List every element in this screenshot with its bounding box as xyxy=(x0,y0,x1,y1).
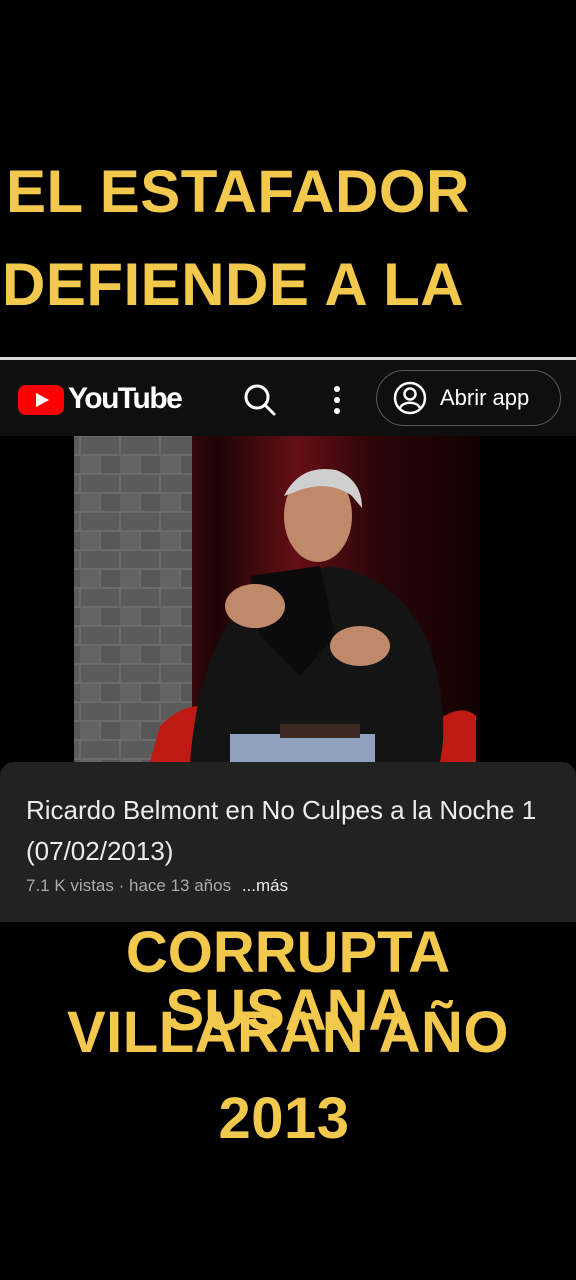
view-count: 7.1 K vistas xyxy=(26,876,114,895)
caption-bottom-line-2: VILLARAN AÑO xyxy=(66,1000,510,1065)
caption-top-line-2: DEFIENDE A LA xyxy=(2,251,465,318)
more-link[interactable]: ...más xyxy=(242,876,288,895)
more-vert-icon[interactable] xyxy=(322,380,352,420)
video-title[interactable]: Ricardo Belmont en No Culpes a la Noche … xyxy=(26,790,546,872)
meta-separator: · xyxy=(113,876,129,895)
youtube-top-bar: YouTube Abrir app xyxy=(0,360,576,436)
youtube-play-icon xyxy=(18,385,64,415)
upload-age: hace 13 años xyxy=(128,876,232,895)
video-player[interactable] xyxy=(0,436,576,762)
youtube-logo[interactable]: YouTube xyxy=(18,382,183,416)
video-meta: 7.1 K vistas · hace 13 años ...más xyxy=(26,876,288,896)
caption-top-line-1: EL ESTAFADOR xyxy=(6,158,470,225)
search-icon[interactable] xyxy=(240,380,280,420)
account-icon xyxy=(393,381,427,415)
video-info-card[interactable]: Ricardo Belmont en No Culpes a la Noche … xyxy=(0,762,576,922)
caption-bottom-line-3: 2013 xyxy=(218,1086,350,1151)
youtube-logo-text: YouTube xyxy=(68,382,183,415)
video-frame-image xyxy=(0,436,576,762)
open-app-label: Abrir app xyxy=(440,385,530,410)
open-app-button[interactable]: Abrir app xyxy=(376,370,561,426)
